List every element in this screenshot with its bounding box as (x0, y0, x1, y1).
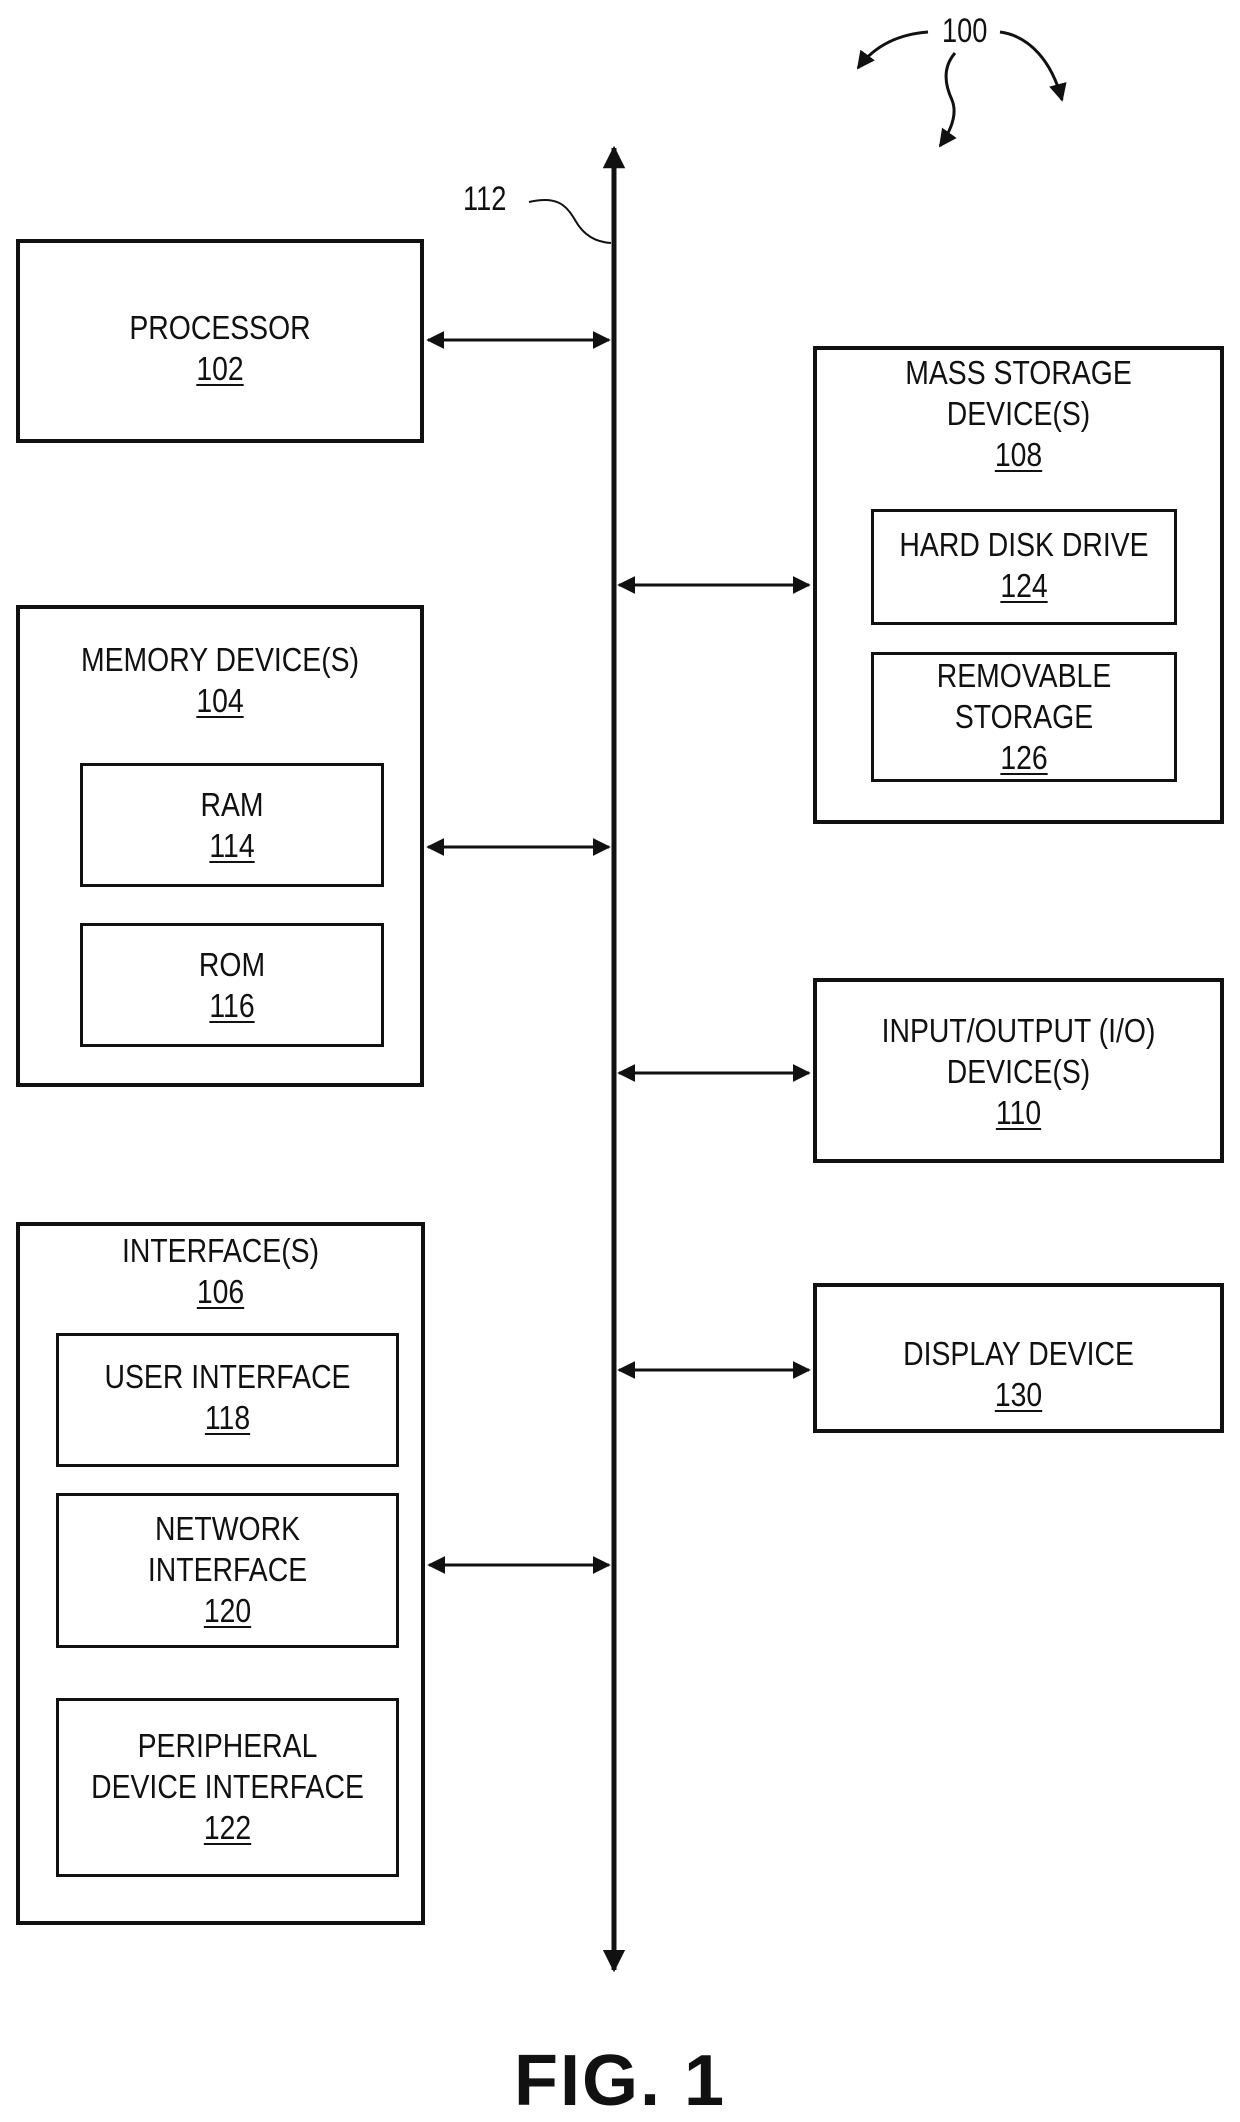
interfaces-block: INTERFACE(S) 106 USER INTERFACE 118 NETW… (16, 1222, 425, 1925)
mass-storage-ref: 108 (994, 436, 1043, 473)
network-interface-title-line2: INTERFACE (147, 1551, 308, 1588)
system-ref-arrow-right (999, 30, 1067, 102)
interfaces-label: INTERFACE(S) 106 (48, 1230, 393, 1312)
io-label: INPUT/OUTPUT (I/O) DEVICE(S) 110 (845, 1010, 1192, 1133)
io-title-line2: DEVICE(S) (946, 1053, 1091, 1090)
block-diagram: 100 112 PROCESSOR 102 MEMORY DEVICE(S) 1… (0, 0, 1240, 2122)
hard-disk-drive-block: HARD DISK DRIVE 124 (871, 509, 1177, 625)
memory-title: MEMORY DEVICE(S) (80, 641, 360, 678)
mass-storage-block: MASS STORAGE DEVICE(S) 108 HARD DISK DRI… (813, 346, 1224, 824)
rom-block: ROM 116 (80, 923, 384, 1047)
processor-ref: 102 (196, 350, 244, 387)
removable-storage-ref: 126 (1000, 739, 1048, 776)
network-interface-title-line1: NETWORK (154, 1510, 301, 1547)
ram-block: RAM 114 (80, 763, 384, 887)
peripheral-interface-title-line1: PERIPHERAL (137, 1727, 318, 1764)
io-devices-block: INPUT/OUTPUT (I/O) DEVICE(S) 110 (813, 978, 1224, 1163)
user-interface-title: USER INTERFACE (104, 1358, 351, 1395)
hard-disk-title: HARD DISK DRIVE (899, 526, 1149, 563)
bus-leader-line (528, 199, 612, 244)
mass-storage-label: MASS STORAGE DEVICE(S) 108 (845, 352, 1192, 475)
network-interface-block: NETWORK INTERFACE 120 (56, 1493, 399, 1648)
removable-storage-label: REMOVABLE STORAGE 126 (895, 655, 1153, 778)
rom-ref: 116 (209, 987, 255, 1024)
display-label: DISPLAY DEVICE 130 (845, 1333, 1192, 1415)
display-title: DISPLAY DEVICE (903, 1335, 1134, 1372)
memory-ref: 104 (196, 682, 244, 719)
system-ref-label: 100 (942, 12, 988, 50)
interfaces-title: INTERFACE(S) (121, 1232, 320, 1269)
processor-block: PROCESSOR 102 (16, 239, 424, 443)
user-interface-label: USER INTERFACE 118 (83, 1356, 373, 1438)
io-ref: 110 (995, 1094, 1042, 1131)
peripheral-interface-ref: 122 (203, 1809, 252, 1846)
ram-title: RAM (200, 786, 264, 823)
mass-storage-title-line1: MASS STORAGE (905, 354, 1132, 391)
rom-title: ROM (198, 946, 266, 983)
display-device-block: DISPLAY DEVICE 130 (813, 1283, 1224, 1433)
peripheral-interface-label: PERIPHERAL DEVICE INTERFACE 122 (83, 1725, 373, 1848)
ram-label: RAM 114 (104, 784, 360, 866)
system-ref-arrow-left (856, 30, 929, 70)
io-title-line1: INPUT/OUTPUT (I/O) (881, 1012, 1156, 1049)
mass-storage-title-line2: DEVICE(S) (946, 395, 1091, 432)
removable-storage-title-line1: REMOVABLE (936, 657, 1112, 694)
removable-storage-block: REMOVABLE STORAGE 126 (871, 652, 1177, 782)
display-ref: 130 (994, 1376, 1043, 1413)
ram-ref: 114 (209, 827, 255, 864)
memory-label: MEMORY DEVICE(S) 104 (48, 639, 392, 721)
peripheral-device-interface-block: PERIPHERAL DEVICE INTERFACE 122 (56, 1698, 399, 1877)
rom-label: ROM 116 (104, 944, 360, 1026)
removable-storage-title-line2: STORAGE (954, 698, 1094, 735)
bus-ref-label: 112 (463, 180, 507, 218)
processor-label: PROCESSOR 102 (48, 307, 392, 389)
peripheral-interface-title-line2: DEVICE INTERFACE (91, 1768, 364, 1805)
memory-devices-block: MEMORY DEVICE(S) 104 RAM 114 ROM 116 (16, 605, 424, 1087)
user-interface-block: USER INTERFACE 118 (56, 1333, 399, 1467)
figure-caption: FIG. 1 (513, 2041, 727, 2121)
system-ref-arrow-middle (938, 52, 957, 148)
user-interface-ref: 118 (204, 1399, 251, 1436)
interfaces-ref: 106 (196, 1273, 245, 1310)
network-interface-ref: 120 (203, 1592, 252, 1629)
processor-title: PROCESSOR (129, 309, 311, 346)
hard-disk-label: HARD DISK DRIVE 124 (895, 524, 1153, 606)
hard-disk-ref: 124 (1000, 567, 1048, 604)
network-interface-label: NETWORK INTERFACE 120 (83, 1508, 373, 1631)
